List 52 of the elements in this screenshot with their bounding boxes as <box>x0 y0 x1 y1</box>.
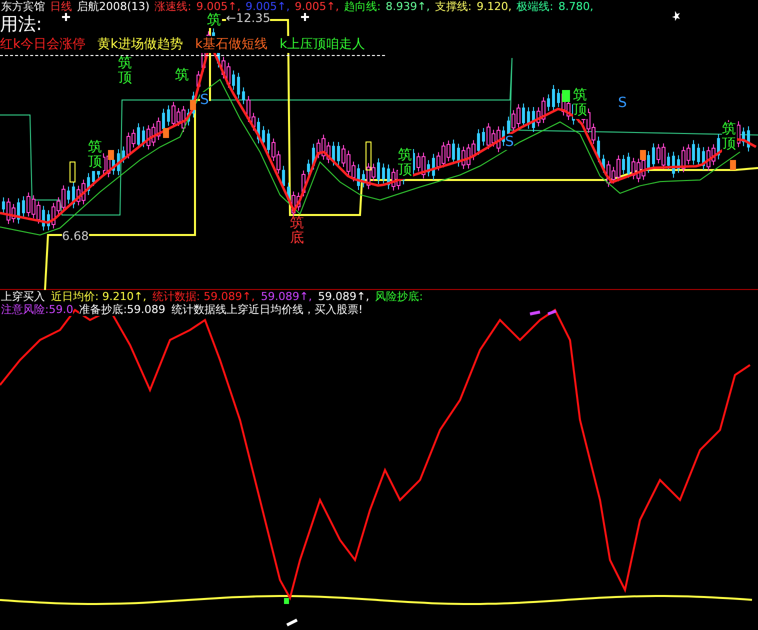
box-marker <box>70 162 76 182</box>
signal-marker <box>730 160 736 170</box>
indicator-text: 统计数据: 59.089↑, <box>152 290 255 303</box>
indicator-text: 注意风险:59.0 <box>1 303 74 316</box>
plus-icon <box>300 12 310 22</box>
chart-annotation: ←12.35 <box>226 11 270 25</box>
chart-annotation: 筑顶 <box>398 148 414 179</box>
chart-annotation: 筑顶 <box>118 56 134 87</box>
indicator-text: 准备抄底:59.089 <box>79 303 166 316</box>
indicator-text: 风险抄底: <box>375 290 423 303</box>
signal-marker <box>562 90 570 102</box>
header-text: 日线 <box>50 0 72 14</box>
indicator-text: 59.089↑, <box>260 290 312 303</box>
header-text: 东方宾馆 <box>1 0 45 14</box>
chart-annotation: 筑底 <box>290 216 306 247</box>
star-icon <box>672 11 680 21</box>
chart-annotation: S <box>505 134 514 150</box>
indicator-text: 59.089↑, <box>318 290 370 303</box>
legend-text: k基石做短线 <box>195 36 268 53</box>
header-text: 8.780, <box>558 0 594 14</box>
usage-title: 用法: <box>0 14 42 36</box>
header-text: 涨速线: <box>154 0 192 14</box>
signal-marker <box>286 618 298 626</box>
chart-annotation: 筑顶 <box>573 88 588 119</box>
indicator-text: 上穿买入 <box>1 290 45 303</box>
chart-annotation: 6.68 <box>62 229 89 243</box>
signal-marker <box>163 128 169 138</box>
chart-annotation: 筑 <box>175 68 190 84</box>
risk-marker <box>528 310 558 316</box>
indicator-text: 近日均价: 9.210↑, <box>51 290 146 303</box>
box-marker <box>366 142 372 170</box>
legend-text: 红k今日会涨停 <box>0 36 86 53</box>
header-text: 9.120, <box>476 0 512 14</box>
plus-icon <box>61 12 71 22</box>
header-text: 9.005↑, <box>196 0 241 13</box>
header-text: 启航2008(13) <box>77 0 150 14</box>
signal-marker <box>108 150 114 160</box>
signal-marker <box>284 598 289 604</box>
header-text: 极端线: <box>516 0 554 14</box>
header-text: 9.005↑, <box>246 0 290 13</box>
chart-annotation: 筑顶 <box>88 140 104 171</box>
header-text: 趋向线: <box>344 0 381 14</box>
header-text: 8.939↑, <box>386 0 430 14</box>
signal-marker <box>190 100 196 110</box>
header-text: 支撑线: <box>434 0 472 14</box>
chart-annotation: 筑 <box>207 13 222 28</box>
signal-marker <box>640 150 646 160</box>
legend-text: k上压顶咱走人 <box>280 36 366 53</box>
legend-text: 黄k进场做趋势 <box>98 36 184 53</box>
indicator-text: 统计数据线上穿近日均价线，买入股票! <box>171 303 363 316</box>
header-text: 9.005↑, <box>294 0 339 14</box>
chart-annotation: 筑顶 <box>722 122 738 153</box>
